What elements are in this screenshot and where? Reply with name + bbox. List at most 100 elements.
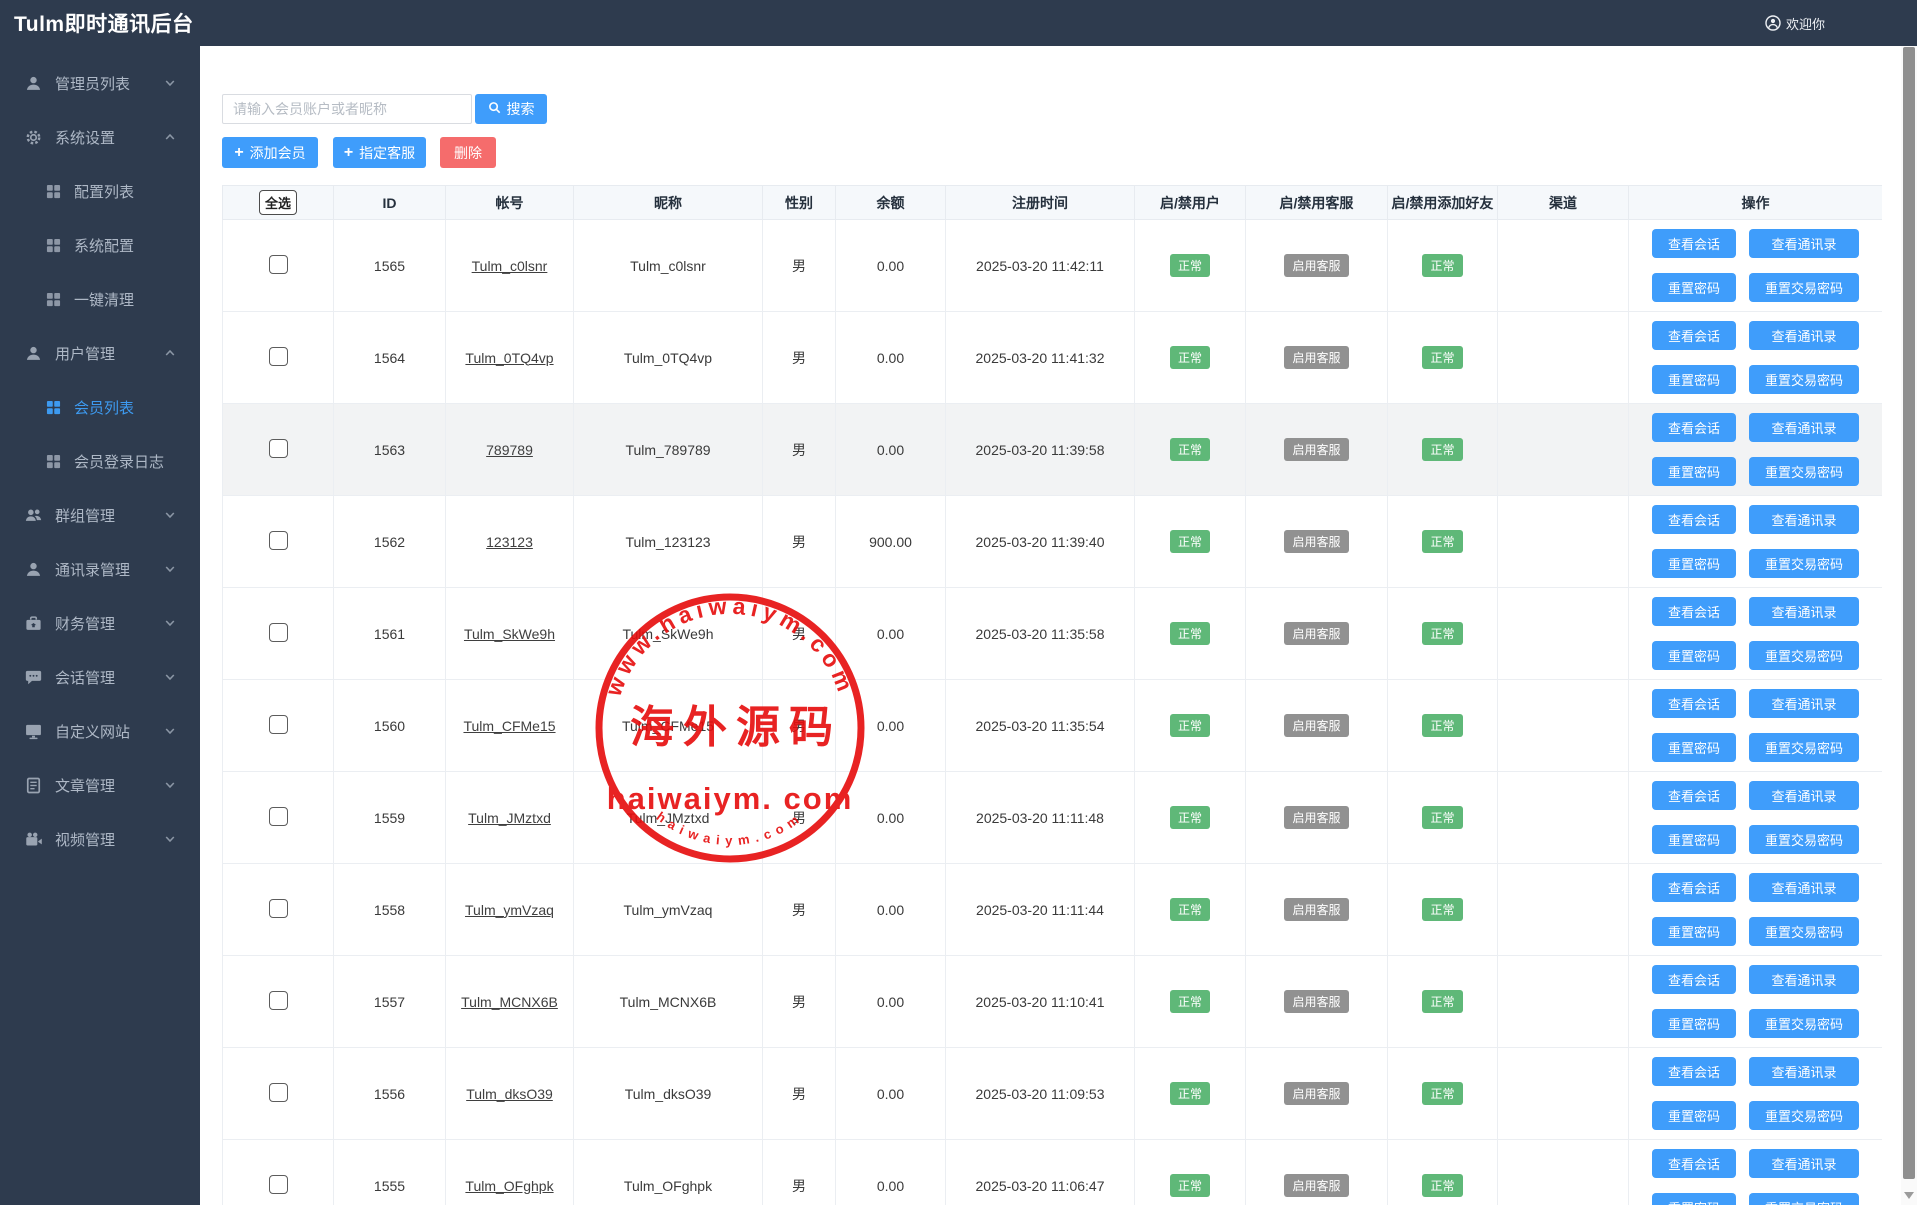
view-session-button[interactable]: 查看会话 xyxy=(1652,597,1736,626)
account-link[interactable]: Tulm_dksO39 xyxy=(466,1086,553,1102)
friend-status-badge[interactable]: 正常 xyxy=(1422,254,1462,277)
view-contacts-button[interactable]: 查看通讯录 xyxy=(1749,781,1859,810)
sidebar-item-user-management[interactable]: 用户管理 xyxy=(0,326,200,380)
reset-trade-password-button[interactable]: 重置交易密码 xyxy=(1749,549,1859,578)
service-status-badge[interactable]: 启用客服 xyxy=(1284,530,1348,553)
reset-password-button[interactable]: 重置密码 xyxy=(1652,825,1736,854)
row-checkbox[interactable] xyxy=(269,531,288,550)
friend-status-badge[interactable]: 正常 xyxy=(1422,714,1462,737)
account-link[interactable]: Tulm_CFMe15 xyxy=(463,718,555,734)
user-status-badge[interactable]: 正常 xyxy=(1170,898,1210,921)
user-status-badge[interactable]: 正常 xyxy=(1170,346,1210,369)
sidebar-item-custom-website[interactable]: 自定义网站 xyxy=(0,704,200,758)
add-member-button[interactable]: + 添加会员 xyxy=(222,137,318,168)
service-status-badge[interactable]: 启用客服 xyxy=(1284,1082,1348,1105)
row-checkbox[interactable] xyxy=(269,1175,288,1194)
scrollbar-down-arrow-icon[interactable] xyxy=(1904,1192,1914,1199)
row-checkbox[interactable] xyxy=(269,991,288,1010)
reset-trade-password-button[interactable]: 重置交易密码 xyxy=(1749,825,1859,854)
reset-password-button[interactable]: 重置密码 xyxy=(1652,1193,1736,1205)
user-status-badge[interactable]: 正常 xyxy=(1170,530,1210,553)
account-link[interactable]: Tulm_JMztxd xyxy=(468,810,551,826)
reset-trade-password-button[interactable]: 重置交易密码 xyxy=(1749,273,1859,302)
user-status-badge[interactable]: 正常 xyxy=(1170,1082,1210,1105)
view-contacts-button[interactable]: 查看通讯录 xyxy=(1749,413,1859,442)
reset-trade-password-button[interactable]: 重置交易密码 xyxy=(1749,1101,1859,1130)
sidebar-item-video-management[interactable]: 视频管理 xyxy=(0,812,200,866)
view-session-button[interactable]: 查看会话 xyxy=(1652,873,1736,902)
service-status-badge[interactable]: 启用客服 xyxy=(1284,438,1348,461)
reset-password-button[interactable]: 重置密码 xyxy=(1652,549,1736,578)
scrollbar-thumb[interactable] xyxy=(1903,47,1915,1179)
service-status-badge[interactable]: 启用客服 xyxy=(1284,714,1348,737)
reset-password-button[interactable]: 重置密码 xyxy=(1652,641,1736,670)
search-button[interactable]: 搜索 xyxy=(475,94,547,124)
reset-password-button[interactable]: 重置密码 xyxy=(1652,1101,1736,1130)
search-input[interactable] xyxy=(222,94,472,124)
user-status-badge[interactable]: 正常 xyxy=(1170,806,1210,829)
reset-password-button[interactable]: 重置密码 xyxy=(1652,1009,1736,1038)
scrollbar[interactable] xyxy=(1901,46,1917,1205)
reset-trade-password-button[interactable]: 重置交易密码 xyxy=(1749,641,1859,670)
reset-password-button[interactable]: 重置密码 xyxy=(1652,917,1736,946)
account-link[interactable]: Tulm_OFghpk xyxy=(465,1178,553,1194)
reset-trade-password-button[interactable]: 重置交易密码 xyxy=(1749,917,1859,946)
service-status-badge[interactable]: 启用客服 xyxy=(1284,254,1348,277)
sidebar-item-session-management[interactable]: 会话管理 xyxy=(0,650,200,704)
view-contacts-button[interactable]: 查看通讯录 xyxy=(1749,505,1859,534)
friend-status-badge[interactable]: 正常 xyxy=(1422,346,1462,369)
friend-status-badge[interactable]: 正常 xyxy=(1422,990,1462,1013)
welcome-area[interactable]: 欢迎你 xyxy=(1765,14,1825,33)
view-contacts-button[interactable]: 查看通讯录 xyxy=(1749,229,1859,258)
friend-status-badge[interactable]: 正常 xyxy=(1422,898,1462,921)
view-session-button[interactable]: 查看会话 xyxy=(1652,229,1736,258)
delete-button[interactable]: 删除 xyxy=(440,137,496,168)
view-contacts-button[interactable]: 查看通讯录 xyxy=(1749,689,1859,718)
reset-trade-password-button[interactable]: 重置交易密码 xyxy=(1749,365,1859,394)
reset-trade-password-button[interactable]: 重置交易密码 xyxy=(1749,1193,1859,1205)
account-link[interactable]: Tulm_ymVzaq xyxy=(465,902,554,918)
sidebar-item-group-management[interactable]: 群组管理 xyxy=(0,488,200,542)
friend-status-badge[interactable]: 正常 xyxy=(1422,1082,1462,1105)
row-checkbox[interactable] xyxy=(269,623,288,642)
account-link[interactable]: 123123 xyxy=(486,534,533,550)
view-contacts-button[interactable]: 查看通讯录 xyxy=(1749,1057,1859,1086)
sidebar-item-article-management[interactable]: 文章管理 xyxy=(0,758,200,812)
user-status-badge[interactable]: 正常 xyxy=(1170,254,1210,277)
friend-status-badge[interactable]: 正常 xyxy=(1422,1174,1462,1197)
service-status-badge[interactable]: 启用客服 xyxy=(1284,806,1348,829)
row-checkbox[interactable] xyxy=(269,899,288,918)
view-session-button[interactable]: 查看会话 xyxy=(1652,413,1736,442)
reset-trade-password-button[interactable]: 重置交易密码 xyxy=(1749,733,1859,762)
row-checkbox[interactable] xyxy=(269,715,288,734)
friend-status-badge[interactable]: 正常 xyxy=(1422,622,1462,645)
view-session-button[interactable]: 查看会话 xyxy=(1652,321,1736,350)
account-link[interactable]: Tulm_MCNX6B xyxy=(461,994,558,1010)
reset-password-button[interactable]: 重置密码 xyxy=(1652,273,1736,302)
row-checkbox[interactable] xyxy=(269,1083,288,1102)
view-session-button[interactable]: 查看会话 xyxy=(1652,965,1736,994)
view-session-button[interactable]: 查看会话 xyxy=(1652,781,1736,810)
service-status-badge[interactable]: 启用客服 xyxy=(1284,346,1348,369)
user-status-badge[interactable]: 正常 xyxy=(1170,990,1210,1013)
view-contacts-button[interactable]: 查看通讯录 xyxy=(1749,965,1859,994)
view-session-button[interactable]: 查看会话 xyxy=(1652,689,1736,718)
view-contacts-button[interactable]: 查看通讯录 xyxy=(1749,1149,1859,1178)
sidebar-item-config-list[interactable]: 配置列表 xyxy=(0,164,200,218)
friend-status-badge[interactable]: 正常 xyxy=(1422,806,1462,829)
user-status-badge[interactable]: 正常 xyxy=(1170,1174,1210,1197)
view-session-button[interactable]: 查看会话 xyxy=(1652,1149,1736,1178)
sidebar-item-member-list[interactable]: 会员列表 xyxy=(0,380,200,434)
sidebar-item-contacts-management[interactable]: 通讯录管理 xyxy=(0,542,200,596)
row-checkbox[interactable] xyxy=(269,439,288,458)
user-status-badge[interactable]: 正常 xyxy=(1170,622,1210,645)
reset-password-button[interactable]: 重置密码 xyxy=(1652,365,1736,394)
view-contacts-button[interactable]: 查看通讯录 xyxy=(1749,597,1859,626)
account-link[interactable]: Tulm_0TQ4vp xyxy=(465,350,553,366)
row-checkbox[interactable] xyxy=(269,347,288,366)
reset-trade-password-button[interactable]: 重置交易密码 xyxy=(1749,1009,1859,1038)
sidebar-item-one-key-clean[interactable]: 一键清理 xyxy=(0,272,200,326)
view-session-button[interactable]: 查看会话 xyxy=(1652,1057,1736,1086)
reset-password-button[interactable]: 重置密码 xyxy=(1652,733,1736,762)
friend-status-badge[interactable]: 正常 xyxy=(1422,530,1462,553)
